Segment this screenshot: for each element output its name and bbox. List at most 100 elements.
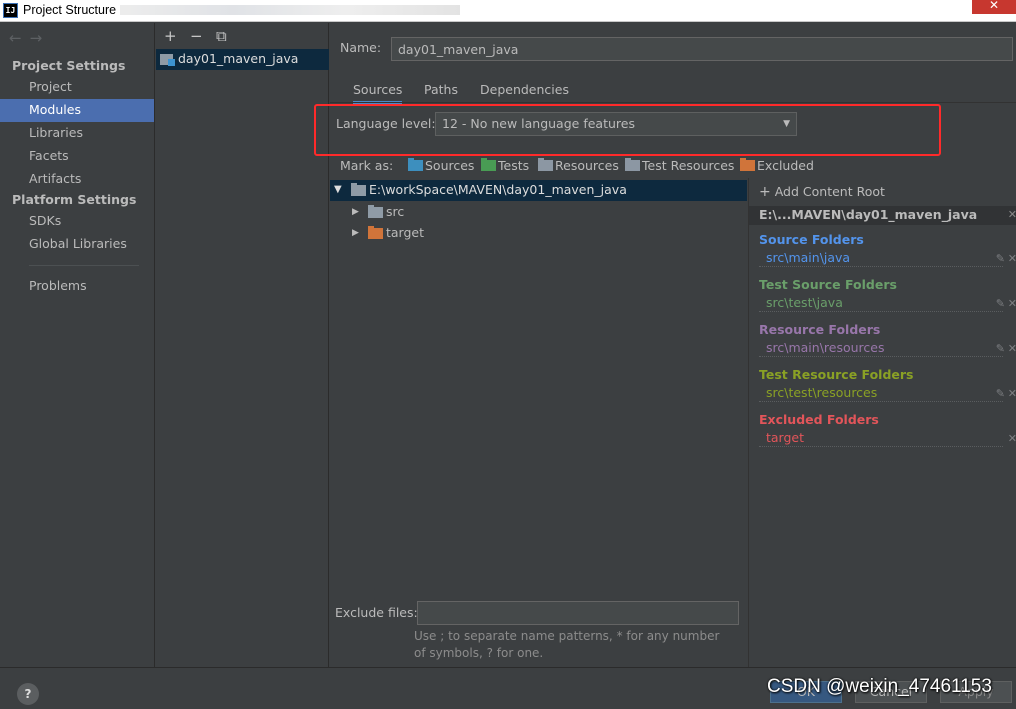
folder-icon <box>368 205 383 218</box>
tab-divider <box>330 102 1016 103</box>
mark-excluded-label: Excluded <box>757 158 814 173</box>
remove-content-root-icon[interactable]: ✕ <box>1008 206 1016 224</box>
add-content-root-label: Add Content Root <box>774 184 885 199</box>
dialog-footer: ? OK Cancel Apply CSDN @weixin_47461153 <box>0 667 1016 709</box>
module-settings-panel: Name: Sources Paths Dependencies Languag… <box>314 23 1016 667</box>
edit-pencil-icon[interactable]: ✎ <box>996 250 1005 268</box>
add-content-root-button[interactable]: + Add Content Root <box>759 184 885 200</box>
module-folder-icon <box>160 54 175 66</box>
csdn-watermark: CSDN @weixin_47461153 <box>767 676 992 697</box>
content-root-pane: + Add Content Root E:\...MAVEN\day01_mav… <box>748 178 1016 667</box>
sources-folder-icon <box>408 158 423 171</box>
remove-icon[interactable]: ✕ <box>1008 385 1016 403</box>
exclude-files-label: Exclude files: <box>335 605 418 620</box>
module-list-item[interactable]: day01_maven_java <box>156 49 329 70</box>
remove-module-icon[interactable]: − <box>190 27 216 45</box>
mark-tests-button[interactable]: Tests <box>481 158 529 173</box>
edit-pencil-icon[interactable]: ✎ <box>996 385 1005 403</box>
nav-item-problems[interactable]: Problems <box>0 275 154 298</box>
nav-item-libraries[interactable]: Libraries <box>0 122 154 145</box>
test-source-folders-group: Test Source Folders src\test\java ✎ ✕ <box>759 276 1016 312</box>
excluded-folder-icon <box>368 226 383 239</box>
nav-item-facets[interactable]: Facets <box>0 145 154 168</box>
mark-excluded-button[interactable]: Excluded <box>740 158 814 173</box>
nav-item-global-libraries[interactable]: Global Libraries <box>0 233 154 256</box>
plus-icon: + <box>759 184 771 200</box>
test-resource-folder-path-text: src\test\resources <box>766 385 878 400</box>
mark-test-resources-label: Test Resources <box>642 158 735 173</box>
test-resource-folders-group: Test Resource Folders src\test\resources… <box>759 366 1016 402</box>
nav-divider <box>29 265 139 266</box>
tab-sources[interactable]: Sources <box>353 80 403 104</box>
content-root-path: E:\...MAVEN\day01_maven_java ✕ <box>749 206 1016 225</box>
dropdown-arrow-icon: ▼ <box>783 119 790 129</box>
test-resource-folders-header: Test Resource Folders <box>759 367 914 382</box>
tree-node-label: src <box>386 204 405 219</box>
platform-settings-header: Platform Settings <box>12 192 137 207</box>
language-level-label: Language level: <box>336 116 436 131</box>
copy-module-icon[interactable]: ⧉ <box>216 27 242 45</box>
nav-item-modules[interactable]: Modules <box>0 99 154 122</box>
test-source-folders-header: Test Source Folders <box>759 277 897 292</box>
project-settings-header: Project Settings <box>12 58 126 73</box>
resource-folders-group: Resource Folders src\main\resources ✎ ✕ <box>759 321 1016 357</box>
test-resources-folder-icon <box>625 158 640 171</box>
module-name: day01_maven_java <box>178 51 299 66</box>
test-source-folder-path-text: src\test\java <box>766 295 843 310</box>
test-source-folder-path: src\test\java ✎ ✕ <box>759 294 1016 313</box>
settings-nav: ←→ Project Settings Project Modules Libr… <box>0 23 155 667</box>
nav-history-arrows: ←→ <box>9 29 50 47</box>
folder-icon <box>351 183 366 196</box>
resources-folder-icon <box>538 158 553 171</box>
close-icon: ✕ <box>989 0 1000 12</box>
mark-test-resources-button[interactable]: Test Resources <box>625 158 734 173</box>
mark-sources-label: Sources <box>425 158 475 173</box>
remove-icon[interactable]: ✕ <box>1008 340 1016 358</box>
language-level-dropdown[interactable]: 12 - No new language features ▼ <box>435 112 797 136</box>
source-folder-path-text: src\main\java <box>766 250 851 265</box>
help-button[interactable]: ? <box>17 683 39 705</box>
tab-paths[interactable]: Paths <box>424 80 458 104</box>
remove-icon[interactable]: ✕ <box>1008 250 1016 268</box>
mark-sources-button[interactable]: Sources <box>408 158 474 173</box>
add-module-icon[interactable]: + <box>164 27 190 45</box>
nav-item-sdks[interactable]: SDKs <box>0 210 154 233</box>
module-name-field[interactable] <box>391 37 1013 61</box>
tests-folder-icon <box>481 158 496 171</box>
excluded-folder-path: target ✕ <box>759 429 1016 447</box>
module-list-panel: + − ⧉ day01_maven_java <box>156 23 329 667</box>
expanded-arrow-icon[interactable]: ▼ <box>334 180 342 200</box>
excluded-folders-header: Excluded Folders <box>759 412 879 427</box>
nav-item-project[interactable]: Project <box>0 76 154 99</box>
window-close-button[interactable]: ✕ <box>972 0 1016 14</box>
excluded-folders-group: Excluded Folders target ✕ <box>759 411 1016 447</box>
forward-arrow-icon[interactable]: → <box>30 29 51 47</box>
mark-tests-label: Tests <box>498 158 530 173</box>
tree-root-path: E:\workSpace\MAVEN\day01_maven_java <box>369 182 627 197</box>
resource-folder-path-text: src\main\resources <box>766 340 885 355</box>
source-folders-group: Source Folders src\main\java ✎ ✕ <box>759 231 1016 267</box>
collapsed-arrow-icon[interactable]: ▶ <box>352 223 359 243</box>
exclude-files-field[interactable] <box>417 601 739 625</box>
remove-icon[interactable]: ✕ <box>1008 295 1016 313</box>
mark-resources-button[interactable]: Resources <box>538 158 619 173</box>
edit-pencil-icon[interactable]: ✎ <box>996 295 1005 313</box>
exclude-files-hint: Use ; to separate name patterns, * for a… <box>414 629 720 660</box>
tree-root-row[interactable]: ▼ E:\workSpace\MAVEN\day01_maven_java <box>330 180 747 201</box>
language-level-value: 12 - No new language features <box>442 116 635 131</box>
tab-dependencies[interactable]: Dependencies <box>480 80 569 104</box>
source-folder-path: src\main\java ✎ ✕ <box>759 249 1016 268</box>
back-arrow-icon[interactable]: ← <box>9 29 30 47</box>
collapsed-arrow-icon[interactable]: ▶ <box>352 202 359 222</box>
module-toolbar: + − ⧉ <box>164 27 242 45</box>
excluded-folder-path-text: target <box>766 430 805 445</box>
nav-item-artifacts[interactable]: Artifacts <box>0 168 154 191</box>
source-tree: ▼ E:\workSpace\MAVEN\day01_maven_java ▶ … <box>330 178 747 598</box>
intellij-app-icon: IJ <box>3 3 18 18</box>
remove-icon[interactable]: ✕ <box>1008 430 1016 448</box>
edit-pencil-icon[interactable]: ✎ <box>996 340 1005 358</box>
resource-folder-path: src\main\resources ✎ ✕ <box>759 339 1016 358</box>
tree-node-label: target <box>386 225 425 240</box>
mark-as-label: Mark as: <box>340 158 394 173</box>
blurred-title-area <box>120 5 460 15</box>
